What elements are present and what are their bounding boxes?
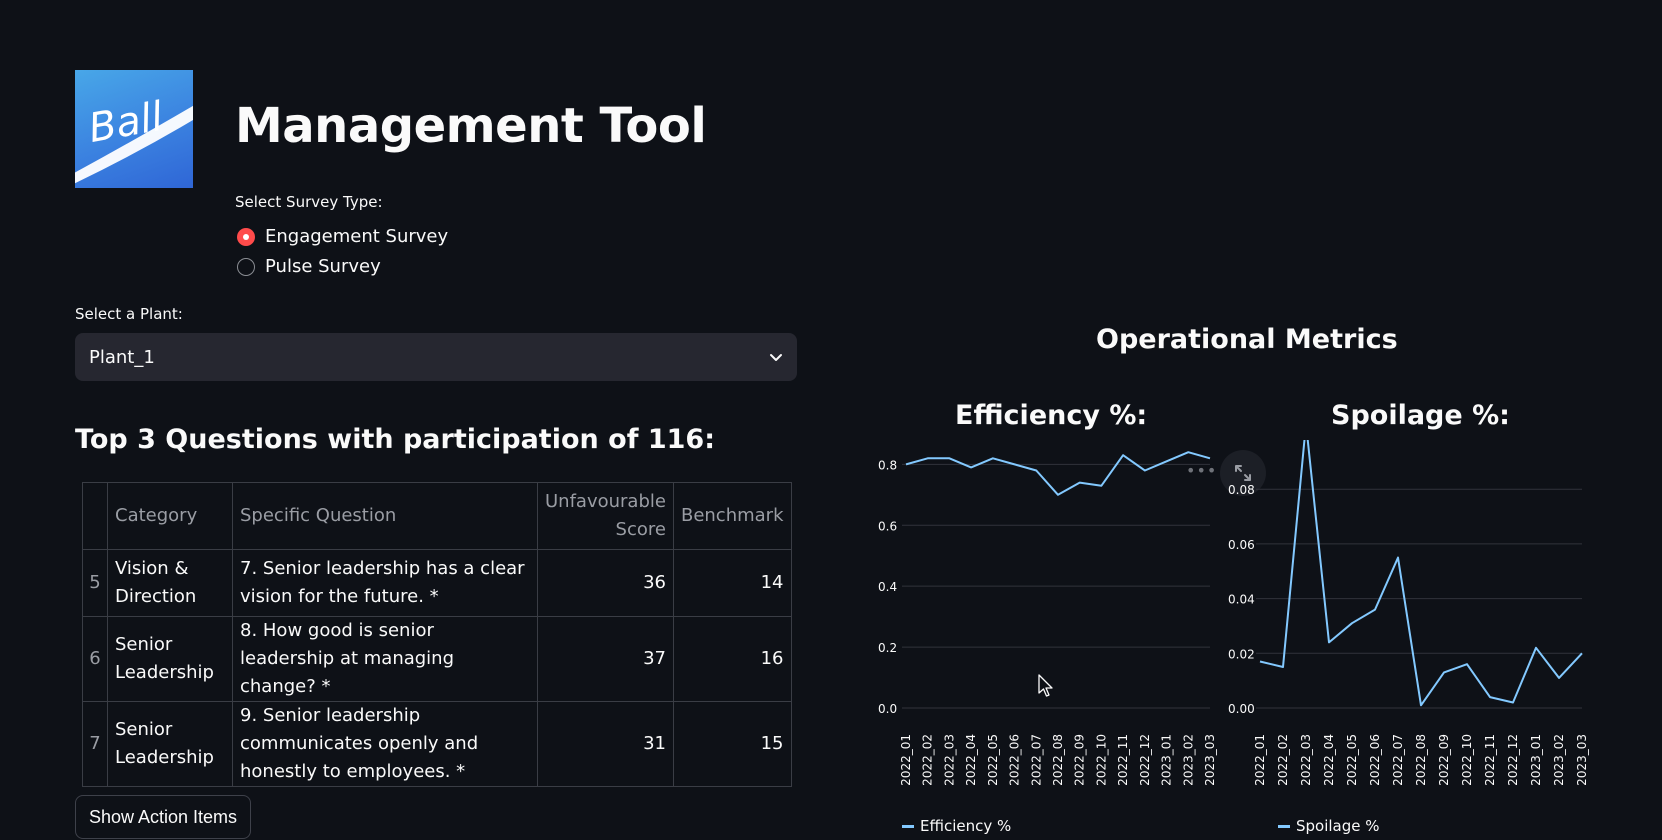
spoilage-legend-swatch [1278,825,1290,828]
y-tick-label: 0.4 [878,580,897,594]
x-tick-label: 2022_07 [1391,734,1405,786]
show-action-items-button[interactable]: Show Action Items [75,795,251,839]
y-tick-label: 0.8 [878,458,897,472]
efficiency-chart-title: Efficiency %: [955,400,1148,431]
x-tick-label: 2022_01 [1253,734,1267,786]
efficiency-legend-swatch [902,825,914,828]
x-tick-label: 2022_03 [1299,734,1313,786]
y-tick-label: 0.0 [878,702,897,716]
cell-question[interactable]: 9. Senior leadership communicates openly… [232,701,538,787]
x-tick-label: 2022_12 [1506,734,1520,786]
mouse-cursor-icon [1038,674,1053,697]
questions-heading: Top 3 Questions with participation of 11… [75,424,715,455]
plant-select[interactable]: Plant_1 [75,333,797,381]
x-tick-label: 2022_07 [1029,734,1043,786]
cell-category[interactable]: Vision & Direction [107,549,233,617]
cell-category[interactable]: Senior Leadership [107,701,233,787]
radio-pulse-survey[interactable]: Pulse Survey [237,256,381,277]
y-tick-label: 0.6 [878,519,897,533]
x-tick-label: 2022_09 [1073,734,1087,786]
x-tick-label: 2022_02 [921,734,935,786]
efficiency-series-line [905,451,1211,496]
page-title: Management Tool [235,98,707,154]
y-tick-label: 0.02 [1228,647,1255,661]
cell-benchmark[interactable]: 16 [672,616,792,702]
table-row[interactable]: 7 Senior Leadership 9. Senior leadership… [82,701,792,787]
x-tick-label: 2023_02 [1181,734,1195,786]
spoilage-series-line [1259,440,1583,707]
col-header-unfavourable-score[interactable]: Unfavourable Score [537,482,674,550]
x-tick-label: 2022_03 [942,734,956,786]
radio-engagement-survey[interactable]: Engagement Survey [237,226,448,247]
radio-label-engagement: Engagement Survey [265,226,449,247]
radio-label-pulse: Pulse Survey [265,256,381,277]
x-tick-label: 2022_10 [1460,734,1474,786]
x-tick-label: 2022_05 [1345,734,1359,786]
y-tick-label: 0.08 [1228,483,1255,497]
cell-benchmark[interactable]: 15 [672,701,792,787]
operational-charts: 0.0 0.2 0.4 0.6 0.8 2022_01 2022_02 2022_03 2022… [878,440,1589,835]
x-tick-label: 2022_09 [1437,734,1451,786]
x-tick-label: 2023_02 [1552,734,1566,786]
x-tick-label: 2023_01 [1529,734,1543,786]
radio-selected-icon[interactable] [237,227,255,246]
col-header-question[interactable]: Specific Question [232,482,538,550]
spoilage-chart: 0.00 0.02 0.04 0.06 0.08 2022_01 2022_02 2022_0… [1228,440,1589,835]
cell-score[interactable]: 37 [537,616,674,702]
x-tick-label: 2022_06 [1008,734,1022,786]
plant-select-label: Select a Plant: [75,305,183,323]
spoilage-legend-label: Spoilage % [1296,817,1380,835]
x-tick-label: 2022_04 [964,734,978,786]
table-row[interactable]: 5 Vision & Direction 7. Senior leadershi… [82,549,792,617]
cell-category[interactable]: Senior Leadership [107,616,233,702]
x-tick-label: 2022_12 [1138,734,1152,786]
cell-score[interactable]: 31 [537,701,674,787]
x-tick-label: 2023_03 [1203,734,1217,786]
y-tick-label: 0.00 [1228,702,1255,716]
efficiency-legend-label: Efficiency % [920,817,1011,835]
chevron-down-icon[interactable] [769,350,783,364]
y-tick-label: 0.2 [878,641,897,655]
col-header-category[interactable]: Category [107,482,233,550]
table-row[interactable]: 6 Senior Leadership 8. How good is senio… [82,616,792,702]
row-index: 6 [82,616,108,702]
spoilage-chart-title: Spoilage %: [1331,400,1510,431]
row-index: 7 [82,701,108,787]
x-tick-label: 2022_02 [1276,734,1290,786]
x-tick-label: 2023_03 [1575,734,1589,786]
x-tick-label: 2022_08 [1051,734,1065,786]
col-header-benchmark[interactable]: Benchmark [672,482,792,550]
x-tick-label: 2022_04 [1322,734,1336,786]
radio-unselected-icon[interactable] [237,257,255,276]
cell-question[interactable]: 8. How good is senior leadership at mana… [232,616,538,702]
row-index: 5 [82,549,108,617]
ball-logo-icon: Ball [75,94,193,184]
survey-type-label: Select Survey Type: [235,193,383,211]
x-tick-label: 2022_11 [1116,734,1130,786]
logo-wordmark: Ball [85,94,166,152]
x-tick-label: 2022_10 [1094,734,1108,786]
questions-table: Category Specific Question Unfavourable … [82,482,792,787]
ball-logo: Ball [75,70,193,188]
cell-benchmark[interactable]: 14 [672,549,792,617]
x-tick-label: 2022_01 [899,734,913,786]
y-tick-label: 0.06 [1228,538,1255,552]
cell-question[interactable]: 7. Senior leadership has a clear vision … [232,549,538,617]
x-tick-label: 2023_01 [1160,734,1174,786]
x-tick-label: 2022_08 [1414,734,1428,786]
plant-select-value: Plant_1 [89,346,155,368]
x-tick-label: 2022_06 [1368,734,1382,786]
efficiency-chart: 0.0 0.2 0.4 0.6 0.8 2022_01 2022_02 2022_03 2022… [878,451,1217,835]
col-header-index[interactable] [82,482,108,550]
table-header-row: Category Specific Question Unfavourable … [82,482,792,550]
x-tick-label: 2022_11 [1483,734,1497,786]
y-tick-label: 0.04 [1228,593,1255,607]
cell-score[interactable]: 36 [537,549,674,617]
operational-metrics-heading: Operational Metrics [1096,324,1398,355]
x-tick-label: 2022_05 [986,734,1000,786]
